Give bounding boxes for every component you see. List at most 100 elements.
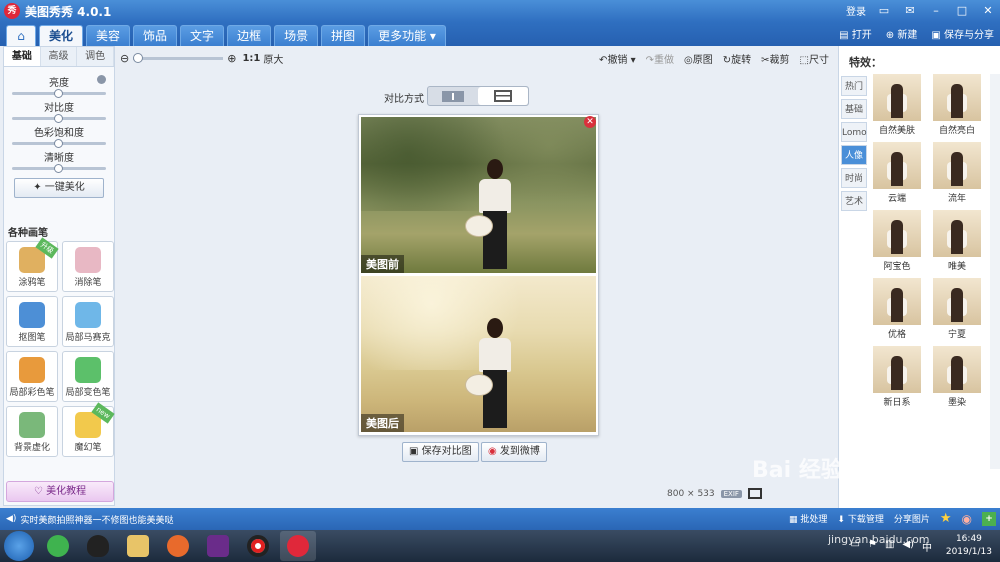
taskbar-media-player[interactable] bbox=[200, 531, 236, 561]
effect-category[interactable]: 热门 bbox=[841, 76, 867, 96]
share-images-button[interactable]: 分享图片 bbox=[894, 512, 930, 525]
subtab-color[interactable]: 调色 bbox=[77, 47, 115, 66]
brush-tool[interactable]: 背景虚化 bbox=[6, 406, 58, 457]
weibo-icon[interactable]: ◉ bbox=[962, 512, 972, 526]
login-link[interactable]: 登录 bbox=[846, 3, 866, 18]
taskbar-360-browser[interactable] bbox=[40, 531, 76, 561]
zoom-original-label[interactable]: 原大 bbox=[263, 51, 283, 66]
compare-side-by-side[interactable] bbox=[428, 87, 478, 105]
slider-knob[interactable] bbox=[54, 114, 63, 123]
fit-screen-icon[interactable] bbox=[747, 488, 762, 499]
compare-top-bottom[interactable] bbox=[478, 87, 528, 105]
tab-face[interactable]: 美容 bbox=[86, 25, 131, 46]
one-click-beautify-button[interactable]: ✦ 一键美化 bbox=[14, 178, 104, 198]
taskbar-firefox[interactable] bbox=[160, 531, 196, 561]
star-icon[interactable]: ★ bbox=[940, 511, 952, 526]
subtab-advanced[interactable]: 高级 bbox=[40, 47, 78, 66]
effect-thumbnail[interactable]: 自然美肤 bbox=[871, 74, 923, 136]
close-icon[interactable]: ✕ bbox=[980, 3, 996, 18]
share-weibo-button[interactable]: ◉ 发到微博 bbox=[481, 442, 547, 462]
taskbar-qq[interactable] bbox=[80, 531, 116, 561]
rows-icon bbox=[494, 90, 512, 102]
effect-thumbnail[interactable]: 唯美 bbox=[931, 210, 983, 272]
clock-date: 2019/1/13 bbox=[945, 547, 992, 557]
taskbar-meitu[interactable] bbox=[280, 531, 316, 561]
saturation-slider[interactable] bbox=[12, 139, 106, 148]
sharpness-slider[interactable] bbox=[12, 164, 106, 173]
zoom-out-icon[interactable]: ⊖ bbox=[120, 52, 129, 65]
taskbar-explorer[interactable] bbox=[120, 531, 156, 561]
start-button[interactable] bbox=[4, 531, 34, 561]
redo-button[interactable]: ↷重做 bbox=[646, 51, 674, 66]
size-button[interactable]: ⬚尺寸 bbox=[800, 51, 829, 66]
close-compare-icon[interactable]: ✕ bbox=[584, 116, 596, 128]
tab-accessories[interactable]: 饰品 bbox=[133, 25, 178, 46]
image-info: 800 × 533 EXIF bbox=[667, 488, 762, 499]
subtab-basic[interactable]: 基础 bbox=[4, 47, 41, 66]
contrast-slider[interactable] bbox=[12, 114, 106, 123]
effect-thumbnail[interactable]: 新日系 bbox=[871, 346, 923, 408]
tab-text[interactable]: 文字 bbox=[180, 25, 225, 46]
tab-beautify[interactable]: 美化 bbox=[39, 25, 84, 46]
tab-scene[interactable]: 场景 bbox=[274, 25, 319, 46]
add-icon[interactable]: + bbox=[982, 511, 996, 526]
tutorial-button[interactable]: ♡ 美化教程 bbox=[6, 481, 114, 502]
effect-category[interactable]: 时尚 bbox=[841, 168, 867, 188]
crop-button[interactable]: ✂裁剪 bbox=[761, 51, 789, 66]
batch-button[interactable]: ▦ 批处理 bbox=[789, 512, 827, 525]
open-button[interactable]: ▤ 打开 bbox=[839, 26, 872, 41]
effect-category[interactable]: 人像 bbox=[841, 145, 867, 165]
effects-scrollbar[interactable] bbox=[990, 74, 1000, 469]
brush-tool[interactable]: 抠图笔 bbox=[6, 296, 58, 347]
comparison-canvas: 美图前 ✕ 美图后 bbox=[358, 114, 599, 436]
brightness-slider[interactable] bbox=[12, 89, 106, 98]
effect-thumbnail[interactable]: 云端 bbox=[871, 142, 923, 204]
slider-knob[interactable] bbox=[54, 89, 63, 98]
brush-tool[interactable]: 消除笔 bbox=[62, 241, 114, 292]
download-manager-button[interactable]: ⬇ 下载管理 bbox=[837, 512, 883, 525]
brush-tool[interactable]: 局部变色笔 bbox=[62, 351, 114, 402]
clock[interactable]: 16:49 2019/1/13 bbox=[946, 533, 992, 559]
effects-panel: 特效： 热门 基础 Lomo 人像 时尚 艺术 自然美肤 自然亮白 云端 流年 阿宝色 唯美 优格 宁夏… bbox=[838, 46, 1000, 508]
effect-thumbnail[interactable]: 优格 bbox=[871, 278, 923, 340]
effect-category[interactable]: 基础 bbox=[841, 99, 867, 119]
effect-thumbnail[interactable]: 流年 bbox=[931, 142, 983, 204]
save-share-button[interactable]: ▣ 保存与分享 bbox=[931, 26, 994, 41]
brush-tool[interactable]: 涂鸦笔 升级 bbox=[6, 237, 59, 292]
tab-border[interactable]: 边框 bbox=[227, 25, 272, 46]
undo-button[interactable]: ↶撤销 ▾ bbox=[599, 51, 636, 66]
brush-tool[interactable]: 局部彩色笔 bbox=[6, 351, 58, 402]
slider-knob[interactable] bbox=[54, 139, 63, 148]
reset-icon[interactable] bbox=[97, 75, 106, 84]
save-comparison-button[interactable]: ▣ 保存对比图 bbox=[402, 442, 479, 462]
new-button[interactable]: ⊕ 新建 bbox=[886, 26, 918, 41]
zoom-slider[interactable] bbox=[133, 52, 224, 63]
effect-thumbnail[interactable]: 墨染 bbox=[931, 346, 983, 408]
brush-grid: 涂鸦笔 升级 消除笔 抠图笔 局部马赛克 局部彩色笔 局部变色笔 背景虚化 魔幻笔 new bbox=[3, 237, 115, 457]
rotate-button[interactable]: ↻旋转 bbox=[723, 51, 751, 66]
message-icon[interactable]: ▭ bbox=[876, 3, 892, 18]
tab-more[interactable]: 更多功能 ▾ bbox=[368, 25, 446, 46]
home-tab[interactable]: ⌂ bbox=[6, 25, 36, 46]
maximize-icon[interactable]: □ bbox=[954, 3, 970, 18]
home-icon: ⌂ bbox=[17, 29, 25, 43]
zoom-in-icon[interactable]: ⊕ bbox=[227, 52, 236, 65]
original-button[interactable]: ◎原图 bbox=[684, 51, 713, 66]
effect-category[interactable]: Lomo bbox=[841, 122, 867, 142]
effect-category[interactable]: 艺术 bbox=[841, 191, 867, 211]
brush-tool[interactable]: 局部马赛克 bbox=[62, 296, 114, 347]
slider-knob[interactable] bbox=[54, 164, 63, 173]
minimize-icon[interactable]: – bbox=[928, 3, 944, 18]
effect-thumbnail[interactable]: 宁夏 bbox=[931, 278, 983, 340]
exif-button[interactable]: EXIF bbox=[720, 489, 742, 498]
effect-thumbnail[interactable]: 自然亮白 bbox=[931, 74, 983, 136]
effect-label: 唯美 bbox=[947, 262, 966, 272]
taskbar-recorder[interactable] bbox=[240, 531, 276, 561]
zoom-knob[interactable] bbox=[133, 52, 144, 63]
zoom-ratio[interactable]: 1:1 bbox=[242, 53, 260, 64]
brush-tool[interactable]: 魔幻笔 new bbox=[62, 402, 115, 457]
effect-thumbnail[interactable]: 阿宝色 bbox=[871, 210, 923, 272]
ad-text[interactable]: 实时美颜拍照神器一不修图也能美美哒 bbox=[20, 513, 173, 526]
tab-collage[interactable]: 拼图 bbox=[321, 25, 366, 46]
skin-icon[interactable]: ✉ bbox=[902, 3, 918, 18]
